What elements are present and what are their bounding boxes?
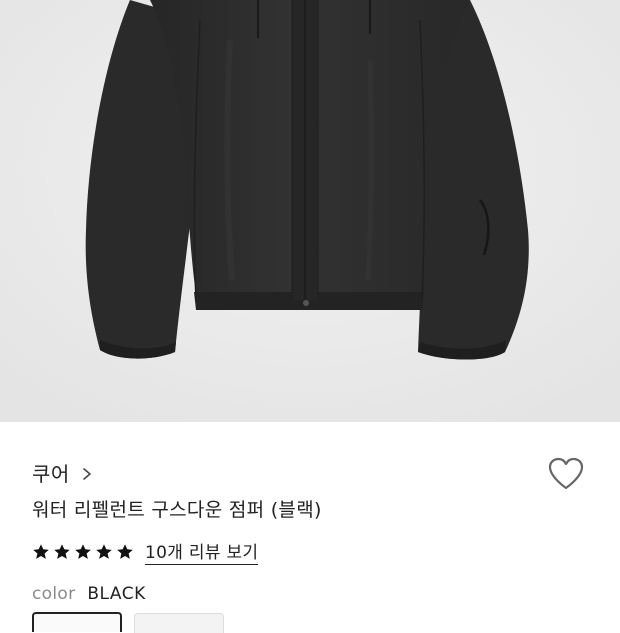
star-filled-icon — [117, 543, 133, 559]
product-title: 워터 리펠런트 구스다운 점퍼 (블랙) — [32, 499, 322, 521]
color-option[interactable] — [134, 613, 224, 633]
review-link[interactable]: 10개 리뷰 보기 — [145, 538, 259, 565]
star-filled-icon — [96, 543, 112, 559]
wishlist-button[interactable] — [546, 456, 586, 492]
product-info: 쿠어 워터 리펠런트 구스다운 점퍼 (블랙) 10개 리뷰 보기 color … — [0, 422, 620, 633]
rating-summary: 10개 리뷰 보기 — [32, 538, 259, 565]
chevron-right-icon — [80, 466, 94, 480]
brand-link[interactable]: 쿠어 — [32, 458, 94, 487]
color-label: color — [32, 584, 76, 604]
star-filled-icon — [75, 543, 91, 559]
star-filled-icon — [54, 543, 70, 559]
star-filled-icon — [33, 543, 49, 559]
heart-outline-icon — [548, 457, 584, 490]
color-value: BLACK — [87, 584, 146, 604]
color-option-selected[interactable] — [32, 612, 122, 632]
jacket-photo — [0, 0, 620, 422]
rating-stars — [32, 543, 137, 561]
product-image[interactable] — [0, 0, 620, 422]
brand-name[interactable]: 쿠어 — [32, 458, 70, 487]
color-selector: color BLACK — [32, 584, 146, 604]
